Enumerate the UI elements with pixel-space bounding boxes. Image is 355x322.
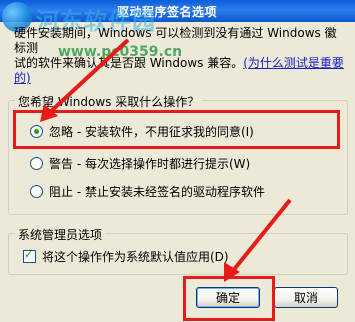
- admin-options-title: 系统管理员选项: [15, 226, 106, 243]
- option-warn[interactable]: 警告 - 每次选择操作时都进行提示(W): [30, 155, 250, 171]
- radio-warn[interactable]: [30, 156, 43, 170]
- admin-default-option[interactable]: ✓ 将这个操作作为系统默认值应用(D): [23, 248, 229, 264]
- option-block-label: 阻止 - 禁止安装未经签名的驱动程序软件: [49, 184, 265, 199]
- radio-block[interactable]: [30, 184, 43, 198]
- watermark-url: www.pc0359.cn: [58, 44, 183, 60]
- checkmark-icon: ✓: [24, 247, 34, 261]
- option-warn-label: 警告 - 每次选择操作时都进行提示(W): [49, 156, 251, 171]
- action-options-title: 您希望 Windows 采取什么操作？: [15, 93, 203, 110]
- option-ignore-label: 忽略 - 安装软件，不用征求我的同意(I): [49, 124, 254, 139]
- admin-default-checkbox[interactable]: ✓: [23, 247, 36, 263]
- option-ignore[interactable]: 忽略 - 安装软件，不用征求我的同意(I): [30, 123, 254, 139]
- cancel-button[interactable]: 取消: [274, 287, 338, 308]
- intro-line-2: 试的软件来确认其是否跟 Windows 兼容。(为什么测试是重要的): [14, 56, 348, 86]
- radio-ignore[interactable]: [30, 124, 43, 138]
- ok-button[interactable]: 确定: [196, 287, 260, 308]
- option-block[interactable]: 阻止 - 禁止安装未经签名的驱动程序软件: [30, 183, 265, 199]
- admin-default-label: 将这个操作作为系统默认值应用(D): [42, 249, 229, 264]
